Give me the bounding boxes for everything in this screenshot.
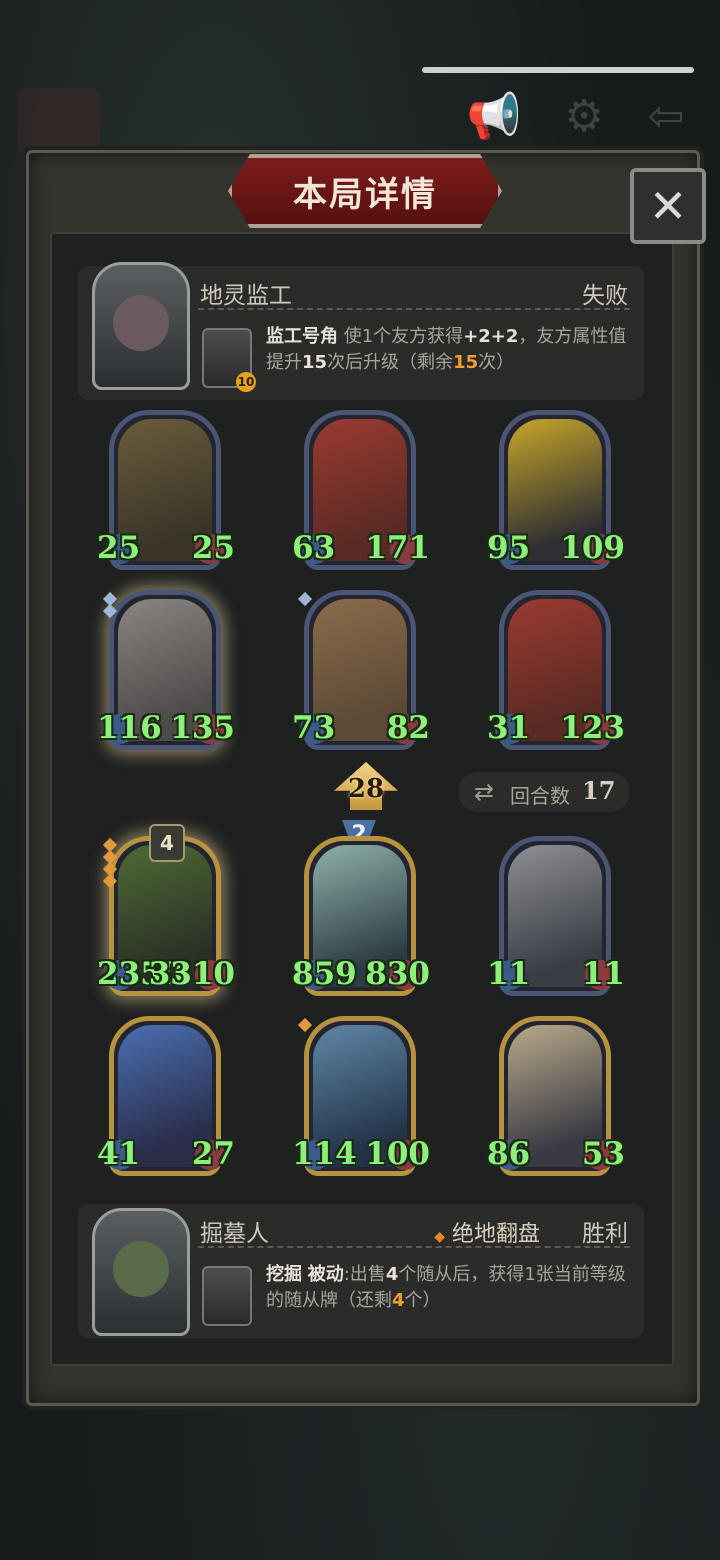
diamond-pip-icon xyxy=(102,873,118,889)
opponent-info-box: 地灵监工 失败 10 监工号角 使1个友方获得+2+2，友方属性值提升15次后升… xyxy=(78,262,644,400)
health-value: 123 xyxy=(560,710,625,746)
diamond-pip-icon xyxy=(297,591,313,607)
diamond-pip-icon xyxy=(102,603,118,619)
diamond-pip-icon xyxy=(297,1017,313,1033)
player-minion-card[interactable]: 114 100 xyxy=(292,1016,430,1176)
title-banner: 本局详情 xyxy=(228,154,502,228)
health-value: 830 xyxy=(365,956,430,992)
diamond-icon: ◆ xyxy=(434,1229,445,1245)
round-label: 回合数 xyxy=(510,784,570,808)
opponent-result: 失败 xyxy=(582,283,628,309)
attack-value: 63 xyxy=(292,530,336,566)
health-value: 53 xyxy=(581,1136,625,1172)
level-up-value: 28 xyxy=(347,774,385,804)
opponent-portrait[interactable] xyxy=(92,262,190,390)
dig-skill-icon[interactable] xyxy=(202,1266,252,1326)
player-info-box: 掘墓人 ◆ 绝地翻盘 胜利 挖掘 被动:出售4个随从后，获得1张当前等级的随从牌… xyxy=(78,1204,644,1338)
skill-bonus: +2+2 xyxy=(463,326,519,347)
skill-text: 次） xyxy=(478,352,515,373)
player-minion-card[interactable]: 859 830 xyxy=(292,836,430,996)
health-value: 25 xyxy=(191,530,235,566)
passive-label: 被动 xyxy=(307,1264,344,1285)
round-counter: ⇄ 回合数 17 xyxy=(458,772,630,812)
opponent-portrait-face xyxy=(113,295,169,351)
health-value: 109 xyxy=(560,530,625,566)
health-value: 27 xyxy=(191,1136,235,1172)
star-pips xyxy=(102,591,118,619)
opponent-minion-card[interactable]: 31 123 xyxy=(487,590,625,750)
attack-value: 859 xyxy=(292,956,357,992)
star-pips xyxy=(297,591,313,607)
health-value: 3310 xyxy=(148,956,235,992)
player-minion-card[interactable]: 86 53 xyxy=(487,1016,625,1176)
health-value: 11 xyxy=(581,956,625,992)
player-skill-description: 挖掘 被动:出售4个随从后，获得1张当前等级的随从牌（还剩4个） xyxy=(266,1262,628,1314)
opponent-minion-card[interactable]: 25 25 xyxy=(97,410,235,570)
divider xyxy=(198,1246,630,1248)
skill-remaining: 15 xyxy=(453,352,479,373)
player-result: 胜利 xyxy=(582,1221,628,1247)
skill-name: 监工号角 xyxy=(266,326,338,347)
health-value: 171 xyxy=(365,530,430,566)
opponent-minion-card[interactable]: 95 109 xyxy=(487,410,625,570)
opponent-minion-card[interactable]: 63 171 xyxy=(292,410,430,570)
skill-number: 15 xyxy=(302,352,328,373)
player-minion-card[interactable]: 11 11 xyxy=(487,836,625,996)
attack-value: 95 xyxy=(487,530,531,566)
attack-value: 73 xyxy=(292,710,336,746)
megaphone-icon: 📢 xyxy=(466,91,522,142)
player-minion-card[interactable]: 41 27 xyxy=(97,1016,235,1176)
star-pips xyxy=(297,1017,313,1033)
player-badge: ◆ 绝地翻盘 xyxy=(434,1216,540,1248)
skill-text: 次后升级（剩余 xyxy=(327,352,454,373)
skill-text: 个） xyxy=(404,1290,441,1311)
page-title: 本局详情 xyxy=(293,174,437,215)
minion-tier-badge: 4 xyxy=(149,824,185,862)
player-minion-card[interactable]: 4 2350 3310 xyxy=(97,824,235,996)
close-icon: ✕ xyxy=(648,179,688,233)
attack-value: 11 xyxy=(487,956,531,992)
opponent-minion-card[interactable]: 73 82 xyxy=(292,590,430,750)
player-portrait-face xyxy=(113,1241,169,1297)
horn-skill-icon[interactable]: 10 xyxy=(202,328,256,392)
skill-name: 挖掘 xyxy=(266,1264,302,1285)
health-value: 135 xyxy=(170,710,235,746)
health-value: 100 xyxy=(365,1136,430,1172)
attack-value: 116 xyxy=(97,710,162,746)
skill-number: 4 xyxy=(385,1264,399,1285)
round-value: 17 xyxy=(582,776,616,805)
attack-value: 114 xyxy=(292,1136,357,1172)
opponent-minion-card[interactable]: 116 135 xyxy=(97,590,235,750)
player-portrait[interactable] xyxy=(92,1208,190,1336)
gear-icon: ⚙ xyxy=(564,91,604,142)
background-avatar xyxy=(18,88,100,154)
opponent-skill-description: 监工号角 使1个友方获得+2+2，友方属性值提升15次后升级（剩余15次） xyxy=(266,324,628,376)
divider xyxy=(198,308,630,310)
attack-value: 31 xyxy=(487,710,531,746)
player-name: 掘墓人 xyxy=(200,1221,269,1247)
top-indicator-bar xyxy=(422,67,694,73)
attack-value: 41 xyxy=(97,1136,141,1172)
health-value: 82 xyxy=(386,710,430,746)
star-pips xyxy=(102,837,118,889)
close-button[interactable]: ✕ xyxy=(630,168,706,244)
player-badge-label: 绝地翻盘 xyxy=(451,1222,540,1247)
skill-remaining: 4 xyxy=(392,1290,405,1311)
swap-icon: ⇄ xyxy=(474,778,495,806)
attack-value: 25 xyxy=(97,530,141,566)
skill-level-badge: 10 xyxy=(236,372,256,392)
opponent-name: 地灵监工 xyxy=(200,283,292,309)
skill-text: :出售 xyxy=(343,1264,386,1285)
skill-text: 使1个友方获得 xyxy=(343,326,464,347)
attack-value: 86 xyxy=(487,1136,531,1172)
exit-icon: ⇦ xyxy=(647,91,685,142)
